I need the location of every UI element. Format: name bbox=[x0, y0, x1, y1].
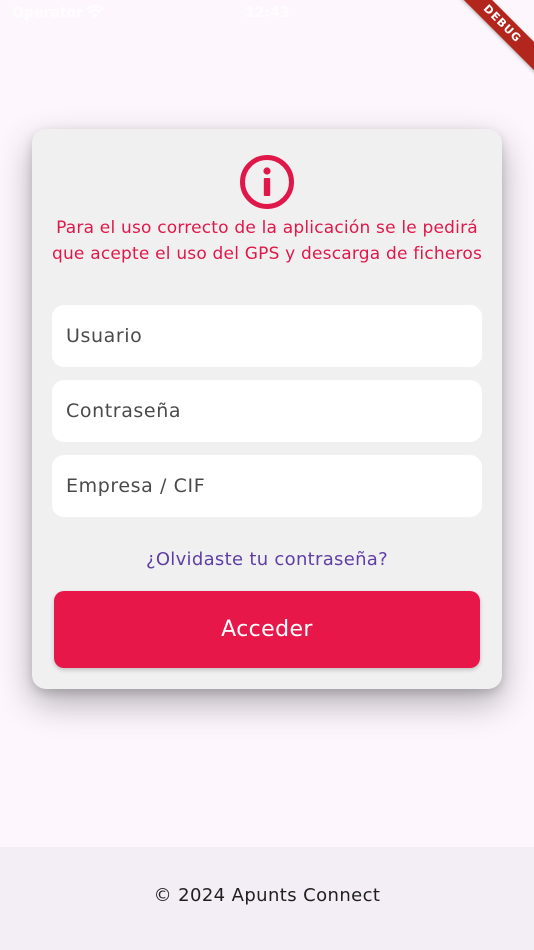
username-input[interactable] bbox=[66, 325, 482, 347]
app-screen: Operator 12:43 DEBUG Para el uso correct… bbox=[0, 0, 534, 950]
username-field[interactable] bbox=[52, 305, 482, 367]
password-field[interactable] bbox=[52, 380, 482, 442]
debug-banner-label: DEBUG bbox=[454, 0, 534, 74]
login-card: Para el uso correcto de la aplicación se… bbox=[32, 129, 502, 689]
carrier-label: Operator bbox=[12, 5, 83, 21]
info-circle-icon bbox=[240, 155, 294, 209]
copyright-text: © 2024 Apunts Connect bbox=[153, 885, 381, 906]
status-time: 12:43 bbox=[245, 5, 290, 21]
debug-banner: DEBUG bbox=[454, 0, 534, 80]
footer: © 2024 Apunts Connect bbox=[0, 847, 534, 950]
permissions-notice: Para el uso correcto de la aplicación se… bbox=[51, 218, 483, 264]
company-input[interactable] bbox=[66, 475, 482, 497]
company-field[interactable] bbox=[52, 455, 482, 517]
wifi-icon bbox=[86, 5, 104, 18]
password-input[interactable] bbox=[66, 400, 482, 422]
forgot-password-link[interactable]: ¿Olvidaste tu contraseña? bbox=[32, 549, 502, 570]
login-button[interactable]: Acceder bbox=[54, 591, 480, 668]
